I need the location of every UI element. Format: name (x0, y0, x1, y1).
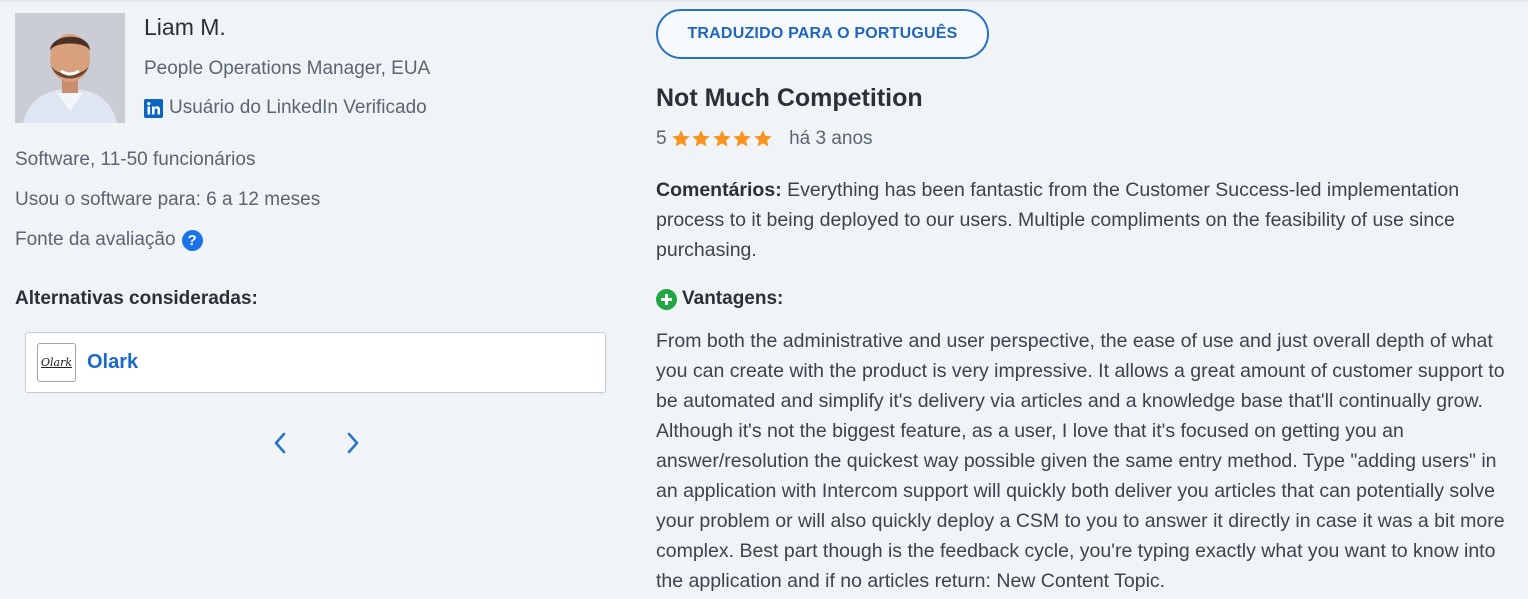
chevron-right-icon (347, 432, 359, 454)
review-panel: TRADUZIDO PARA O PORTUGUÊS Not Much Comp… (656, 0, 1516, 599)
avatar (15, 13, 125, 123)
pros-heading: Vantagens: (656, 288, 783, 310)
rating-row: 5 há 3 anos (656, 128, 873, 150)
usage-duration: Usou o software para: 6 a 12 meses (15, 189, 321, 210)
linkedin-verified: Usuário do LinkedIn Verificado (144, 97, 427, 119)
rating-score: 5 (656, 128, 667, 149)
help-icon[interactable]: ? (181, 229, 203, 251)
star-icon (692, 130, 710, 147)
comments-section: Comentários: Everything has been fantast… (656, 175, 1516, 265)
star-icon (712, 130, 731, 147)
reviewer-role: People Operations Manager, EUA (144, 58, 431, 79)
pros-label: Vantagens: (682, 288, 784, 309)
carousel-next-button[interactable] (338, 428, 368, 458)
plus-circle-icon (656, 288, 677, 310)
linkedin-icon (144, 98, 163, 118)
review-title: Not Much Competition (656, 84, 923, 112)
star-icon (733, 130, 751, 147)
alternative-name[interactable]: Olark (87, 351, 138, 374)
olark-logo: Olark (37, 343, 76, 382)
review-source-label: Fonte da avaliação (15, 229, 176, 250)
pros-text: From both the administrative and user pe… (656, 330, 1505, 592)
verification-label: Usuário do LinkedIn Verificado (169, 97, 427, 118)
alternative-card-olark[interactable]: Olark Olark (25, 332, 606, 393)
reviewer-name: Liam M. (144, 14, 226, 40)
star-icon (671, 130, 690, 147)
review-source: Fonte da avaliação ? (15, 229, 203, 251)
company-info: Software, 11-50 funcionários (15, 149, 256, 170)
review-age: há 3 anos (789, 128, 873, 149)
translate-button[interactable]: TRADUZIDO PARA O PORTUGUÊS (656, 9, 989, 59)
avatar-photo (15, 13, 125, 123)
chevron-left-icon (274, 432, 286, 454)
reviewer-panel: Liam M. People Operations Manager, EUA U… (15, 0, 625, 599)
star-rating (671, 129, 774, 149)
carousel-prev-button[interactable] (265, 428, 295, 458)
star-icon (753, 130, 772, 147)
alternatives-heading: Alternativas consideradas: (15, 288, 258, 309)
comments-label: Comentários: (656, 179, 782, 201)
